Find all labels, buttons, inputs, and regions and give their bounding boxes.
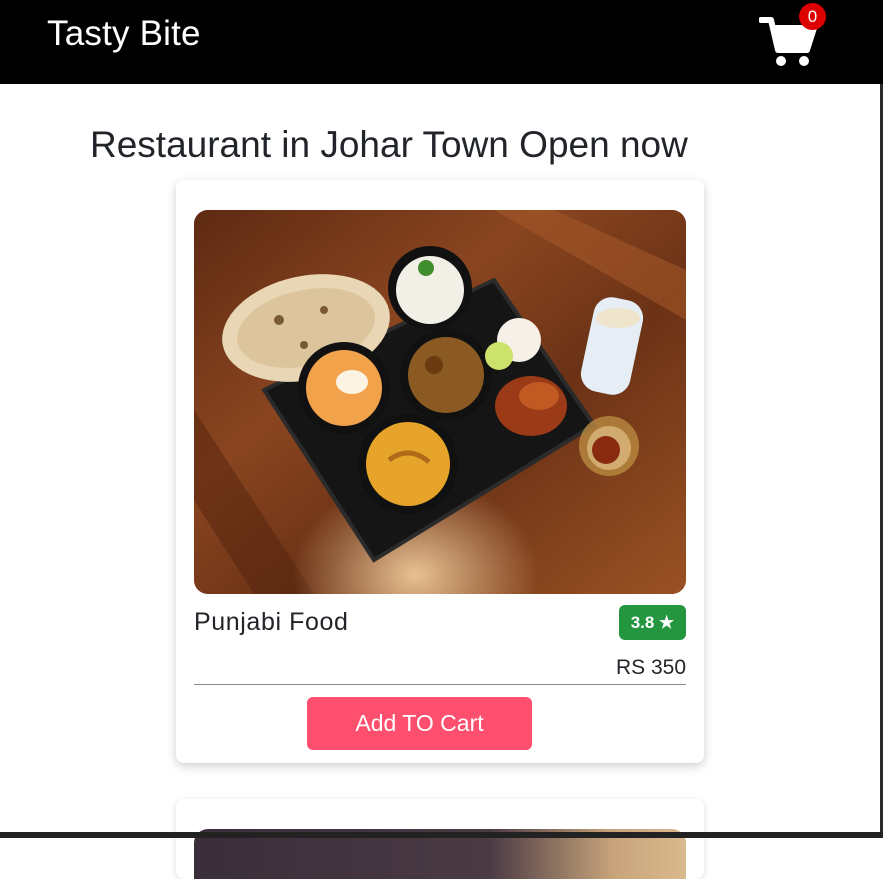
divider [194, 684, 686, 685]
restaurant-card [176, 799, 704, 879]
horizontal-scrollbar[interactable] [0, 832, 883, 838]
brand-title[interactable]: Tasty Bite [47, 14, 201, 54]
food-name: Punjabi Food [194, 608, 349, 636]
restaurant-card: Punjabi Food 3.8 ★ RS 350 Add TO Cart [176, 180, 704, 763]
cart-count-badge: 0 [799, 3, 826, 30]
cart-button[interactable]: 0 [757, 3, 826, 68]
navbar: Tasty Bite 0 [0, 0, 883, 84]
price-label: RS 350 [615, 656, 686, 679]
thali-platter-image[interactable] [194, 210, 686, 594]
add-to-cart-button[interactable]: Add TO Cart [307, 697, 532, 750]
rating-badge: 3.8 ★ [619, 605, 686, 640]
page-title: Restaurant in Johar Town Open now [90, 124, 688, 165]
